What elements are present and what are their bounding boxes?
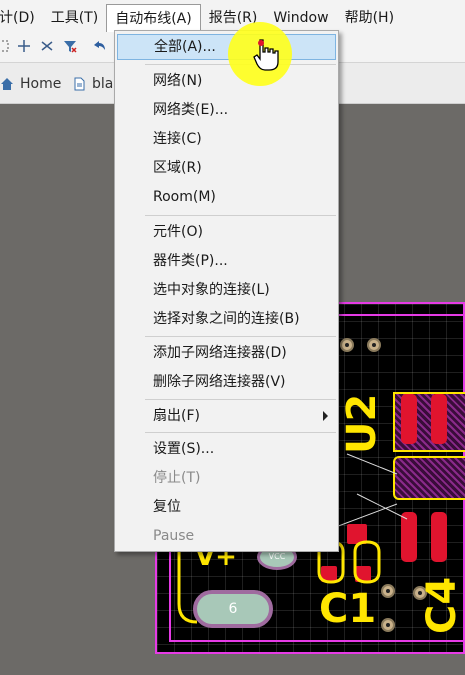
select-rect-icon[interactable] [0,39,12,57]
autoroute-dropdown: 全部(A)... 网络(N) 网络类(E)... 连接(C) 区域(R) Roo… [114,30,339,552]
menu-item-setup[interactable]: 设置(S)... [117,436,336,462]
menu-separator [145,432,336,433]
menu-item-reset[interactable]: 复位 [117,494,336,520]
home-icon [1,78,13,90]
menu-item-area[interactable]: 区域(R) [117,155,336,181]
menu-item-room[interactable]: Room(M) [117,184,336,210]
move-icon[interactable] [15,39,33,57]
menu-separator [145,336,336,337]
tab-home[interactable]: Home [0,74,61,94]
menu-autoroute[interactable]: 自动布线(A) [106,4,201,32]
menu-item-fanout-label: 扇出(F) [153,408,200,424]
tab-document[interactable]: bla [72,74,113,94]
menu-item-stop: 停止(T) [153,470,201,486]
menu-separator [145,399,336,400]
undo-icon[interactable] [90,39,108,57]
hand-cursor-icon [253,39,279,71]
filter-icon[interactable] [61,39,79,57]
tab-home-label: Home [20,76,62,92]
menu-item-net[interactable]: 网络(N) [117,68,336,94]
menu-item-connection[interactable]: 连接(C) [117,126,336,152]
menu-item-pause: Pause [153,528,195,544]
tab-document-label: bla [92,76,114,92]
menu-item-between-selected[interactable]: 选择对象之间的连接(B) [117,306,336,332]
cross-select-icon[interactable] [38,39,56,57]
menu-tools[interactable]: 工具(T) [43,4,106,32]
menu-item-all[interactable]: 全部(A)... [117,34,336,60]
menu-item-net-class[interactable]: 网络类(E)... [117,97,336,123]
menu-separator [145,215,336,216]
menu-help[interactable]: 帮助(H) [337,4,402,32]
menu-item-component-class[interactable]: 器件类(P)... [117,248,336,274]
menu-item-add-subnet-jumper[interactable]: 添加子网络连接器(D) [117,340,336,366]
menu-design[interactable]: 计(D) [0,4,43,32]
submenu-arrow-icon [323,411,328,421]
menu-item-fanout[interactable]: 扇出(F) [117,403,336,429]
menu-item-component[interactable]: 元件(O) [117,219,336,245]
document-icon [74,77,85,91]
menu-item-remove-subnet-jumper[interactable]: 删除子网络连接器(V) [117,369,336,395]
menu-item-selected-connections[interactable]: 选中对象的连接(L) [117,277,336,303]
